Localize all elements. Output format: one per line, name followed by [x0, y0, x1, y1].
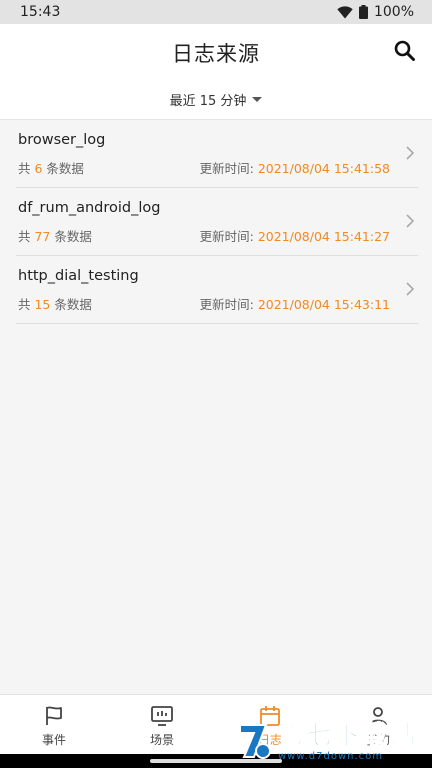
list-item[interactable]: http_dial_testing 共 15 条数据 更新时间: 2021/08… — [16, 256, 418, 324]
update-time-value: 2021/08/04 15:41:58 — [257, 161, 390, 176]
tab-scenes[interactable]: 场景 — [108, 695, 216, 754]
caret-down-icon — [252, 97, 263, 102]
record-count: 共 6 条数据 — [18, 161, 84, 176]
log-source-list: browser_log 共 6 条数据 更新时间: 2021/08/04 15:… — [0, 120, 432, 324]
tab-events[interactable]: 事件 — [0, 695, 108, 754]
watermark-title: 第七下载站 — [277, 720, 419, 751]
chevron-right-icon — [406, 282, 415, 296]
tab-label: 场景 — [149, 733, 174, 747]
record-count-value: 15 — [34, 297, 51, 312]
tab-label: 事件 — [41, 733, 66, 747]
wifi-icon — [337, 5, 353, 18]
battery-level: 100% — [373, 4, 414, 20]
log-source-name: df_rum_android_log — [18, 200, 161, 216]
update-time: 更新时间: 2021/08/04 15:41:27 — [199, 229, 390, 244]
record-count: 共 15 条数据 — [18, 297, 92, 312]
chevron-right-icon — [406, 146, 415, 160]
app-header: 日志来源 最近 15 分钟 — [0, 24, 432, 120]
log-source-name: http_dial_testing — [18, 268, 139, 284]
update-time: 更新时间: 2021/08/04 15:43:11 — [199, 297, 390, 312]
record-count-value: 77 — [34, 229, 51, 244]
watermark-url: www.d7down.com — [278, 750, 384, 762]
time-range-dropdown[interactable]: 最近 15 分钟 — [0, 90, 432, 109]
list-item[interactable]: browser_log 共 6 条数据 更新时间: 2021/08/04 15:… — [16, 120, 418, 188]
status-bar: 15:43 100% — [0, 0, 432, 24]
battery-icon — [358, 5, 368, 19]
status-time: 15:43 — [20, 4, 61, 20]
flag-icon — [46, 706, 62, 725]
status-icons: 100% — [337, 4, 414, 20]
watermark-logo-icon — [239, 724, 271, 759]
page-title: 日志来源 — [172, 42, 260, 66]
chevron-right-icon — [406, 214, 415, 228]
watermark: 第七下载站 www.d7down.com — [236, 716, 426, 766]
update-time-value: 2021/08/04 15:41:27 — [257, 229, 390, 244]
record-count: 共 77 条数据 — [18, 229, 92, 244]
list-item[interactable]: df_rum_android_log 共 77 条数据 更新时间: 2021/0… — [16, 188, 418, 256]
watermark-text: 第七下载站 www.d7down.com — [277, 720, 419, 762]
log-source-name: browser_log — [18, 132, 106, 148]
search-icon[interactable] — [392, 38, 418, 64]
update-time: 更新时间: 2021/08/04 15:41:58 — [199, 161, 390, 176]
time-range-label: 最近 15 分钟 — [169, 94, 247, 109]
update-time-value: 2021/08/04 15:43:11 — [257, 297, 390, 312]
monitor-icon — [151, 706, 173, 726]
